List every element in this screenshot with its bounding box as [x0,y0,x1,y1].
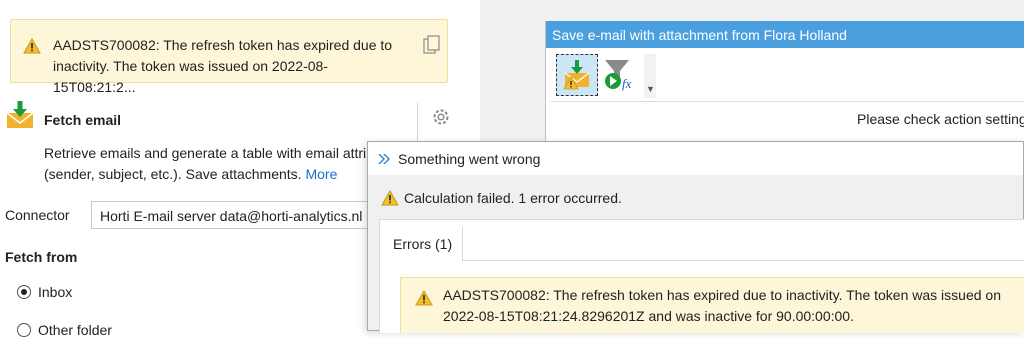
tab-errors-label: Errors (1) [393,236,453,252]
connector-select[interactable]: Horti E-mail server data@horti-analytics… [91,201,391,229]
toolbar-overflow-button[interactable]: ▼ [644,54,656,98]
fetch-email-action-button[interactable] [556,54,598,96]
divider [417,103,418,145]
tab-divider [462,260,1024,261]
error-banner-text: AADSTS700082: The refresh token has expi… [53,37,393,95]
filter-calculate-action-button[interactable]: fx [602,57,636,96]
workflow-message: Please check action setting [857,111,1024,127]
action-description: Retrieve emails and generate a table wit… [44,143,384,185]
error-line-2: 2022-08-15T08:21:24.8296201Z and was ina… [443,308,854,324]
action-title: Fetch email [44,112,122,128]
error-line-1: AADSTS700082: The refresh token has expi… [443,287,1001,303]
warning-icon [381,189,399,209]
errors-panel: Errors (1) AADSTS700082: The refresh tok… [379,219,1024,333]
error-detail-text: AADSTS700082: The refresh token has expi… [443,285,1013,327]
error-summary: Calculation failed. 1 error occurred. [404,190,622,206]
gear-icon[interactable] [432,108,450,129]
mail-warning-icon [563,60,590,90]
svg-text:fx: fx [622,76,632,91]
dialog-titlebar[interactable]: Something went wrong [368,142,1023,175]
warning-icon [23,37,41,57]
description-line2: (sender, subject, etc.). Save attachment… [44,166,302,182]
warning-icon [415,289,433,309]
chevron-down-icon: ▼ [646,84,655,94]
tab-errors[interactable]: Errors (1) [380,227,463,261]
inbox-radio[interactable] [17,285,31,299]
workflow-title: Save e-mail with attachment from Flora H… [552,27,847,43]
copy-icon[interactable] [423,35,441,58]
inbox-label[interactable]: Inbox [38,284,72,300]
other-folder-label[interactable]: Other folder [38,322,112,338]
error-dialog: Something went wrong Calculation failed.… [367,141,1024,333]
filter-function-icon: fx [605,60,632,91]
connector-label: Connector [5,207,70,223]
fetch-from-label: Fetch from [5,249,78,265]
dialog-title: Something went wrong [398,151,541,167]
workflow-titlebar: Save e-mail with attachment from Flora H… [546,21,1024,48]
app-logo-icon [377,152,392,168]
toolbar-divider [550,101,1024,102]
description-line1: Retrieve emails and generate a table wit… [44,145,367,161]
more-link[interactable]: More [305,166,337,182]
other-folder-radio[interactable] [17,323,31,337]
fetch-email-icon [6,99,34,132]
connector-value: Horti E-mail server data@horti-analytics… [100,208,363,224]
error-detail-box: AADSTS700082: The refresh token has expi… [400,277,1024,333]
error-banner: AADSTS700082: The refresh token has expi… [10,19,448,95]
